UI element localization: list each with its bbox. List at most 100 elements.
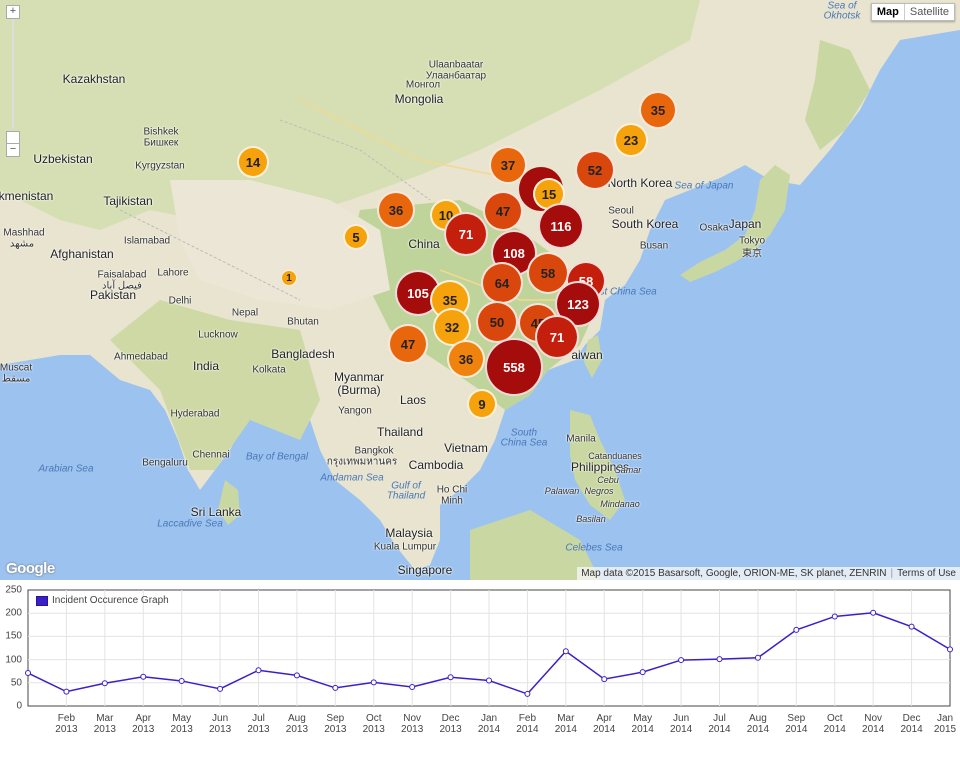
data-point[interactable] bbox=[370, 679, 377, 686]
label-catanduanes: Catanduanes bbox=[588, 451, 642, 461]
y-tick-label: 50 bbox=[10, 677, 22, 689]
label-chennai: Chennai bbox=[192, 449, 230, 461]
data-point[interactable] bbox=[908, 623, 915, 630]
data-point[interactable] bbox=[754, 654, 761, 661]
cluster-marker[interactable]: 23 bbox=[614, 123, 648, 157]
x-tick-label: Jan 2015 bbox=[933, 713, 957, 735]
label-bhutan: Bhutan bbox=[287, 316, 319, 328]
label-japan: Japan bbox=[728, 217, 762, 231]
data-point[interactable] bbox=[601, 676, 608, 683]
label-turkmenistan: kmenistan bbox=[0, 189, 54, 203]
label-mongolia: Mongolia bbox=[394, 92, 444, 106]
data-point[interactable] bbox=[255, 667, 262, 674]
cluster-marker[interactable]: 36 bbox=[377, 191, 415, 229]
x-tick-label: Apr 2014 bbox=[593, 713, 616, 735]
label-taiwan: aiwan bbox=[571, 348, 603, 362]
data-point[interactable] bbox=[486, 677, 492, 684]
label-basilan: Basilan bbox=[576, 514, 606, 524]
attribution-text: Map data ©2015 Basarsoft, Google, ORION-… bbox=[581, 568, 887, 579]
zoom-slider-track[interactable] bbox=[12, 19, 14, 129]
label-burma: (Burma) bbox=[337, 383, 381, 397]
label-bangladesh: Bangladesh bbox=[271, 347, 335, 361]
label-singapore: Singapore bbox=[397, 563, 453, 577]
zoom-in-button[interactable]: + bbox=[6, 5, 20, 19]
map-type-satellite-button[interactable]: Satellite bbox=[903, 4, 954, 20]
data-point[interactable] bbox=[409, 683, 416, 690]
label-hochiminh: Ho Chi bbox=[436, 484, 468, 496]
cluster-marker[interactable]: 9 bbox=[467, 389, 497, 419]
map-attribution: Map data ©2015 Basarsoft, Google, ORION-… bbox=[577, 567, 960, 580]
data-point[interactable] bbox=[639, 669, 646, 676]
zoom-out-button[interactable]: − bbox=[6, 143, 20, 157]
label-bay-of-bengal: Bay of Bengal bbox=[245, 451, 309, 463]
x-tick-label: Dec 2013 bbox=[439, 713, 462, 735]
label-bishkek: Bishkek bbox=[143, 126, 179, 138]
incident-graph: Incident Occurence Graph 250 200 150 100 50 0… bbox=[0, 580, 960, 771]
cluster-marker[interactable]: 116 bbox=[538, 203, 584, 249]
map-type-map-button[interactable]: Map bbox=[872, 4, 904, 20]
cluster-marker[interactable]: 14 bbox=[237, 146, 269, 178]
cluster-marker[interactable]: 47 bbox=[388, 324, 428, 364]
data-point[interactable] bbox=[140, 673, 147, 680]
label-faisalabad: Faisalabad bbox=[97, 269, 147, 281]
x-tick-label: Sep 2014 bbox=[785, 713, 808, 735]
cluster-marker[interactable]: 50 bbox=[476, 301, 518, 343]
label-pakistan: Pakistan bbox=[89, 288, 137, 302]
label-cambodia: Cambodia bbox=[408, 458, 464, 472]
data-point[interactable] bbox=[25, 670, 31, 677]
label-hyderabad: Hyderabad bbox=[170, 408, 220, 420]
cluster-marker[interactable]: 71 bbox=[444, 212, 488, 256]
label-thailand: Thailand bbox=[376, 425, 424, 439]
label-lahore: Lahore bbox=[157, 267, 189, 279]
label-sri-lanka: Sri Lanka bbox=[190, 505, 242, 519]
data-point[interactable] bbox=[217, 685, 224, 692]
data-point[interactable] bbox=[793, 626, 800, 633]
cluster-marker[interactable]: 64 bbox=[481, 262, 523, 304]
terms-of-use-link[interactable]: Terms of Use bbox=[897, 568, 956, 579]
label-tajikistan: Tajikistan bbox=[103, 194, 153, 208]
cluster-marker[interactable]: 47 bbox=[483, 191, 523, 231]
cluster-marker[interactable]: 52 bbox=[575, 150, 615, 190]
data-point[interactable] bbox=[678, 657, 685, 664]
data-point[interactable] bbox=[178, 677, 185, 684]
cluster-marker[interactable]: 5 bbox=[343, 224, 369, 250]
data-point[interactable] bbox=[447, 674, 454, 681]
cluster-marker[interactable]: 1 bbox=[281, 270, 297, 286]
label-south-korea: South Korea bbox=[611, 217, 679, 231]
label-uzbekistan: Uzbekistan bbox=[33, 152, 93, 166]
data-point[interactable] bbox=[63, 688, 70, 695]
cluster-marker[interactable]: 35 bbox=[639, 91, 677, 129]
x-tick-label: Apr 2013 bbox=[132, 713, 155, 735]
data-point[interactable] bbox=[831, 613, 838, 620]
google-logo[interactable]: Google bbox=[6, 560, 55, 577]
data-point[interactable] bbox=[870, 609, 877, 616]
cluster-marker[interactable]: 558 bbox=[485, 338, 543, 396]
x-tick-label: Nov 2013 bbox=[401, 713, 424, 735]
label-ahmedabad: Ahmedabad bbox=[114, 351, 168, 363]
legend-swatch bbox=[36, 595, 48, 606]
label-delhi: Delhi bbox=[168, 295, 192, 307]
data-point[interactable] bbox=[524, 690, 531, 697]
data-point[interactable] bbox=[332, 684, 339, 691]
data-point[interactable] bbox=[716, 656, 723, 663]
y-tick-label: 150 bbox=[5, 630, 22, 642]
chart-legend: Incident Occurence Graph bbox=[36, 595, 169, 606]
cluster-marker[interactable]: 36 bbox=[447, 340, 485, 378]
x-tick-label: Jun 2013 bbox=[208, 713, 232, 735]
data-point[interactable] bbox=[293, 672, 300, 679]
label-yangon: Yangon bbox=[338, 405, 372, 417]
x-tick-label: Aug 2013 bbox=[285, 713, 309, 735]
incident-map[interactable]: Kazakhstan Mongolia Монгол Ulaanbaatar У… bbox=[0, 0, 960, 580]
label-manila: Manila bbox=[566, 433, 596, 445]
data-point[interactable] bbox=[101, 680, 108, 687]
data-point[interactable] bbox=[562, 648, 569, 655]
label-muscat: Muscat bbox=[0, 362, 33, 374]
label-arabian-sea: Arabian Sea bbox=[38, 463, 94, 475]
label-bangkok-native: กรุงเทพมหานคร bbox=[326, 456, 398, 468]
x-tick-label: Feb 2013 bbox=[55, 713, 78, 735]
data-point[interactable] bbox=[947, 646, 953, 653]
x-tick-label: Dec 2014 bbox=[900, 713, 923, 735]
x-tick-label: Feb 2014 bbox=[516, 713, 539, 735]
cluster-marker[interactable]: 71 bbox=[535, 315, 579, 359]
label-vietnam: Vietnam bbox=[444, 441, 488, 455]
